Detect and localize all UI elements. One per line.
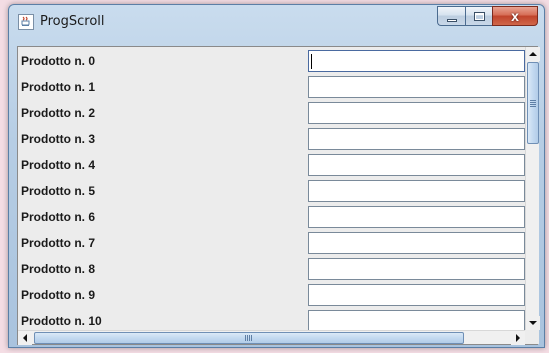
close-icon: x — [511, 8, 519, 24]
scroll-right-button[interactable] — [511, 331, 525, 345]
maximize-icon — [474, 12, 485, 21]
close-button[interactable]: x — [492, 6, 538, 26]
scroll-down-button[interactable] — [526, 316, 540, 330]
title-bar[interactable]: ProgScroll x — [9, 5, 544, 37]
arrow-up-icon — [529, 52, 537, 56]
product-label: Prodotto n. 3 — [21, 132, 95, 146]
product-input[interactable] — [308, 102, 525, 124]
caption-buttons: x — [437, 6, 538, 26]
product-label: Prodotto n. 1 — [21, 80, 95, 94]
product-input[interactable] — [308, 180, 525, 202]
scroll-corner — [525, 330, 539, 344]
product-label: Prodotto n. 8 — [21, 262, 95, 276]
scroll-pane: Prodotto n. 0 Prodotto n. 1 Prodotto n. 2 P… — [17, 46, 540, 345]
product-list: Prodotto n. 0 Prodotto n. 1 Prodotto n. 2 P… — [18, 47, 525, 330]
vertical-scroll-thumb[interactable] — [527, 62, 539, 144]
arrow-left-icon — [23, 334, 27, 342]
maximize-button[interactable] — [465, 6, 492, 26]
window-title: ProgScroll — [40, 14, 105, 29]
product-label: Prodotto n. 10 — [21, 314, 102, 328]
text-caret — [311, 54, 312, 69]
grip-icon — [245, 335, 252, 341]
list-row: Prodotto n. 4 — [18, 151, 525, 177]
grip-icon — [530, 100, 536, 107]
product-label: Prodotto n. 5 — [21, 184, 95, 198]
product-input[interactable] — [308, 154, 525, 176]
product-input[interactable] — [308, 128, 525, 150]
list-row: Prodotto n. 9 — [18, 281, 525, 307]
product-label: Prodotto n. 9 — [21, 288, 95, 302]
scroll-left-button[interactable] — [18, 331, 32, 345]
product-input[interactable] — [308, 284, 525, 306]
list-row: Prodotto n. 5 — [18, 177, 525, 203]
product-input[interactable] — [308, 76, 525, 98]
list-row: Prodotto n. 3 — [18, 125, 525, 151]
horizontal-scroll-thumb[interactable] — [34, 332, 464, 344]
product-label: Prodotto n. 0 — [21, 54, 95, 68]
list-row: Prodotto n. 7 — [18, 229, 525, 255]
product-label: Prodotto n. 4 — [21, 158, 95, 172]
list-row: Prodotto n. 8 — [18, 255, 525, 281]
product-label: Prodotto n. 2 — [21, 106, 95, 120]
product-input[interactable] — [308, 258, 525, 280]
product-input[interactable] — [308, 232, 525, 254]
product-label: Prodotto n. 6 — [21, 210, 95, 224]
minimize-icon — [447, 19, 457, 22]
app-window: ProgScroll x Prodotto n. 0 Prodotto n. 1P… — [8, 4, 545, 348]
scroll-up-button[interactable] — [526, 47, 540, 61]
horizontal-scrollbar[interactable] — [18, 330, 525, 345]
arrow-right-icon — [516, 334, 520, 342]
product-input[interactable] — [308, 310, 525, 330]
list-row: Prodotto n. 6 — [18, 203, 525, 229]
vertical-scrollbar[interactable] — [525, 47, 540, 330]
arrow-down-icon — [529, 321, 537, 325]
list-row: Prodotto n. 2 — [18, 99, 525, 125]
list-row: Prodotto n. 0 — [18, 47, 525, 73]
minimize-button[interactable] — [437, 6, 465, 26]
list-row: Prodotto n. 10 — [18, 307, 525, 330]
product-input[interactable] — [308, 50, 525, 72]
java-coffee-icon[interactable] — [18, 14, 34, 30]
product-input[interactable] — [308, 206, 525, 228]
list-row: Prodotto n. 1 — [18, 73, 525, 99]
product-label: Prodotto n. 7 — [21, 236, 95, 250]
